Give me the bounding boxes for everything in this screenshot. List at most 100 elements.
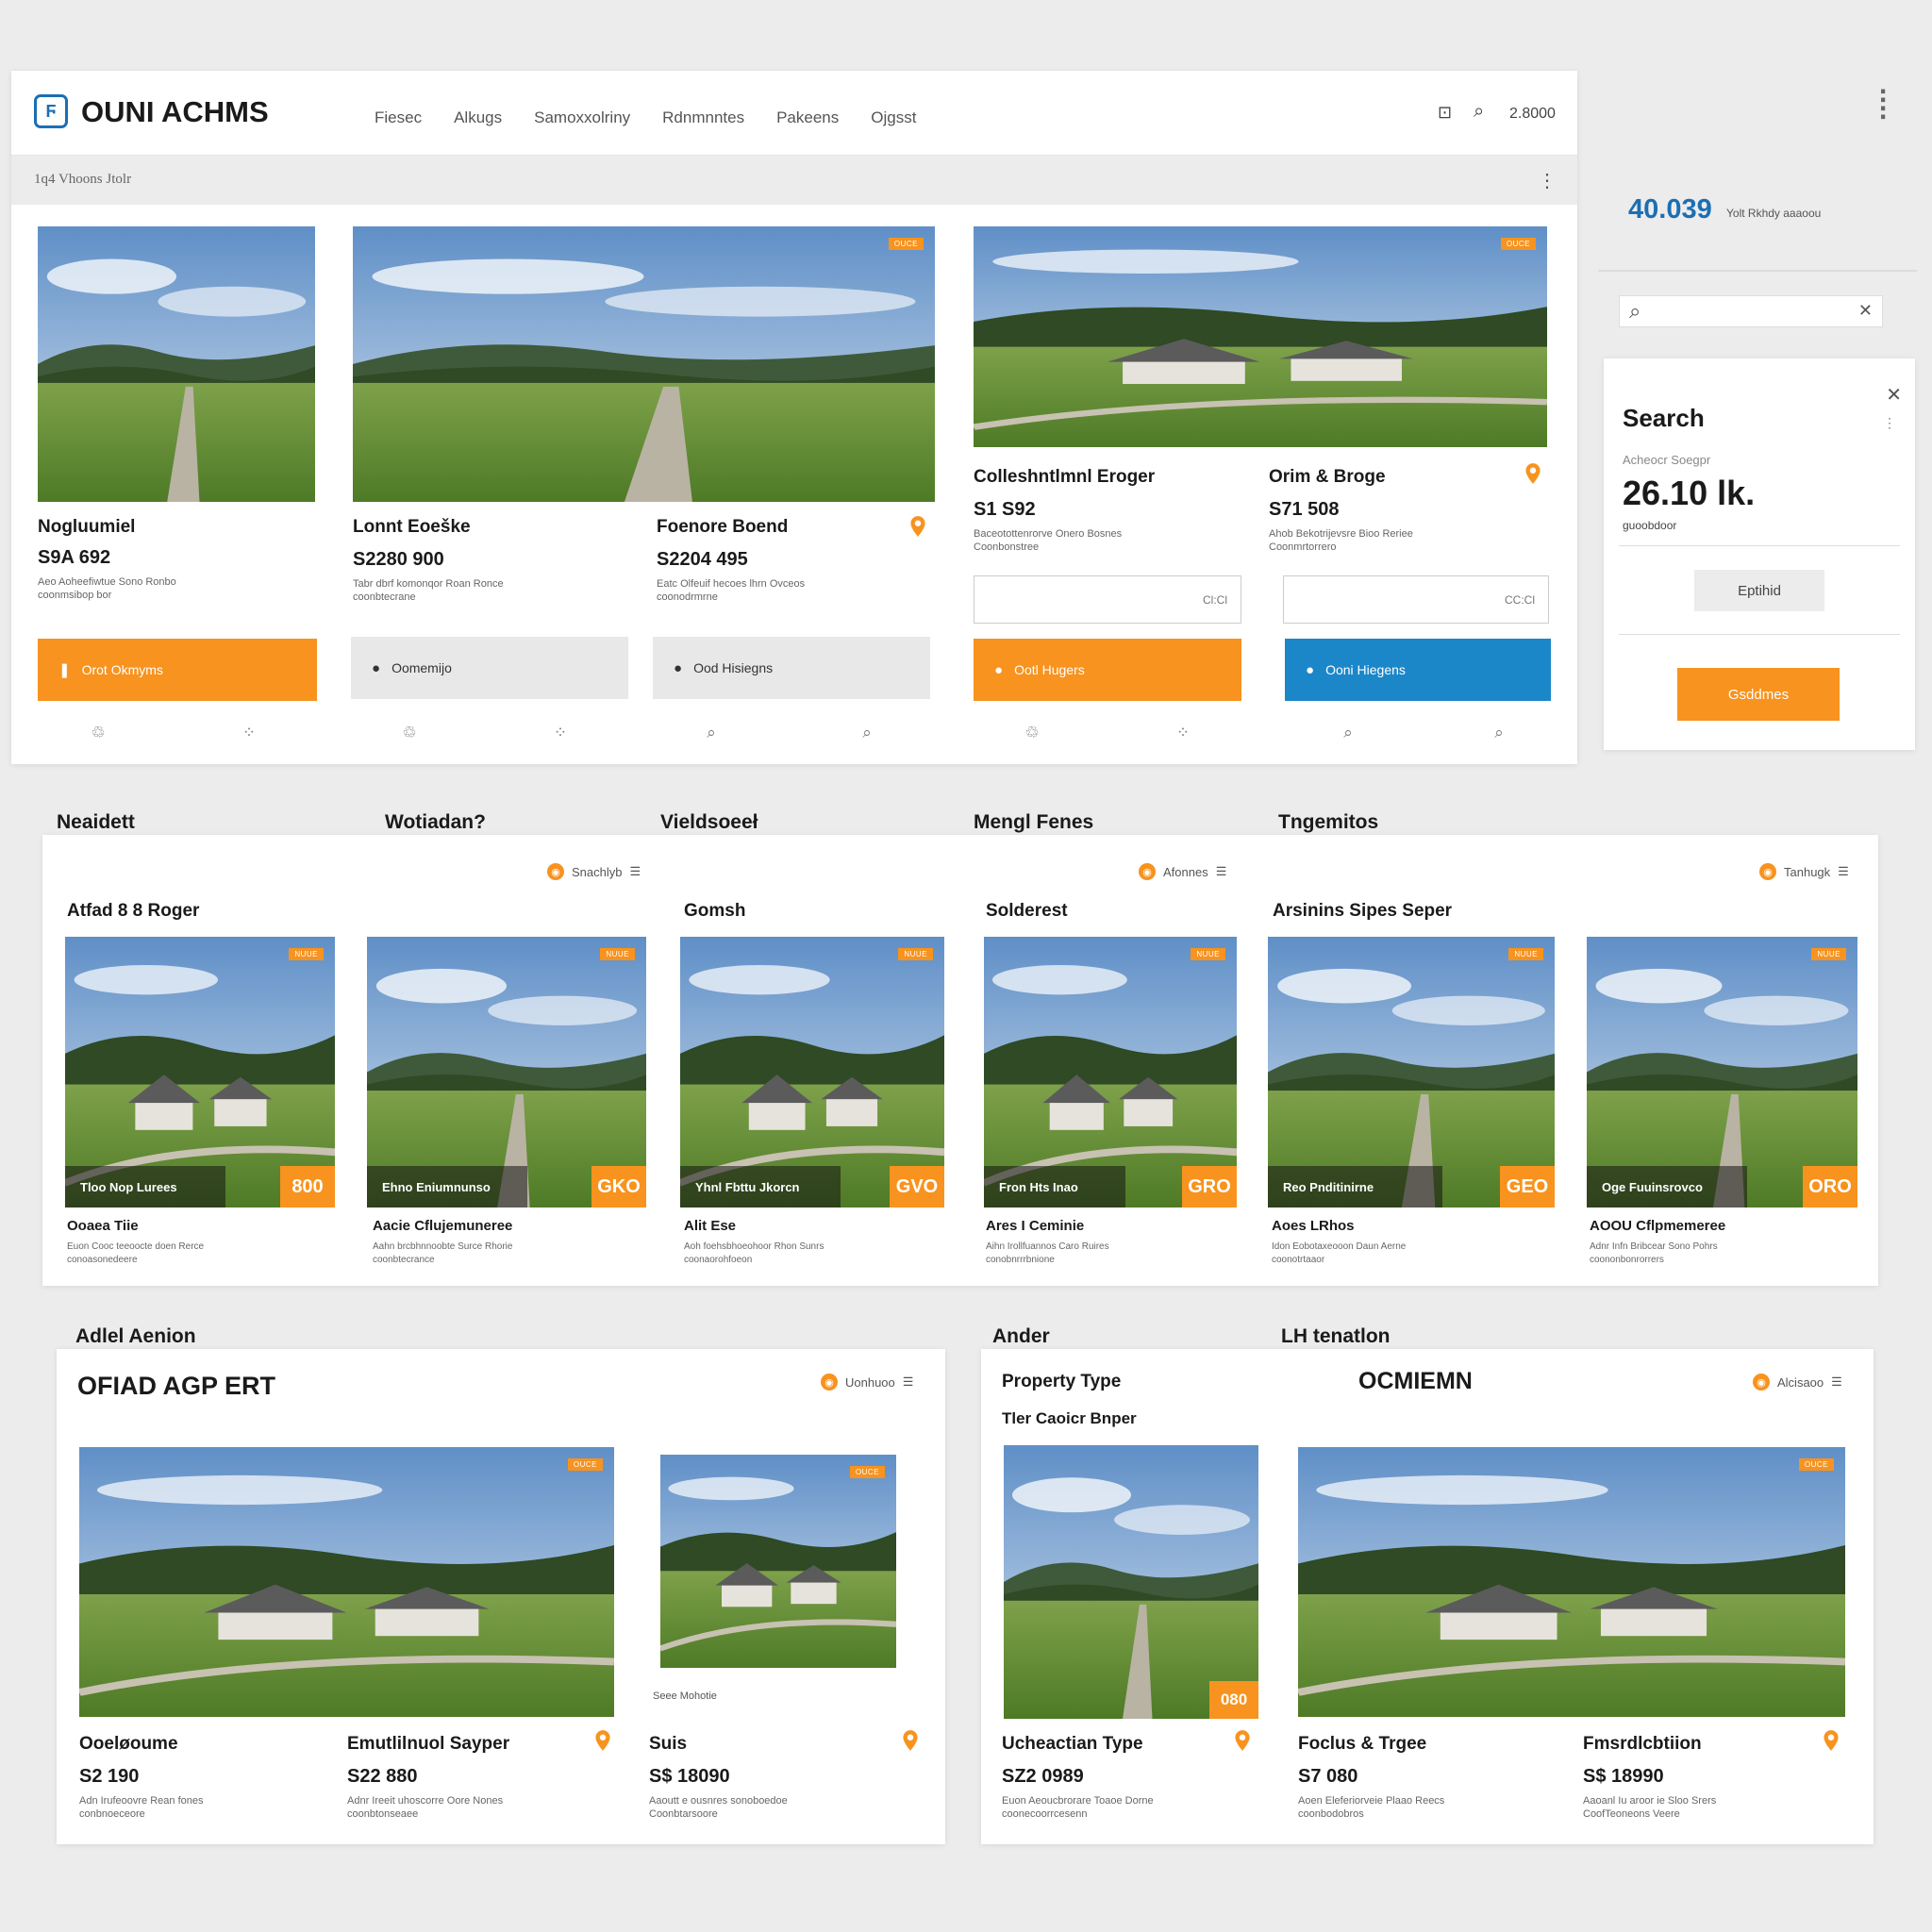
listing-title[interactable]: Ooaea Tiie (67, 1218, 139, 1234)
listing-desc: Adnr Infn Bribcear Sono Pohrs coononbonr… (1590, 1241, 1718, 1265)
listing-title[interactable]: Aacie Cflujemuneree (373, 1218, 512, 1234)
grid-icon[interactable]: ⁘ (1172, 724, 1194, 742)
listing-title[interactable]: Ucheactian Type (1002, 1734, 1143, 1755)
listing-title[interactable]: Foenore Boend (657, 517, 788, 538)
listing-title[interactable]: Aoes LRhos (1272, 1218, 1355, 1234)
more-vert-icon[interactable]: ⋮ (1538, 169, 1557, 192)
listing-title[interactable]: Ooeløoume (79, 1734, 178, 1755)
group-title: Solderest (986, 901, 1068, 921)
close-icon[interactable]: ✕ (1886, 383, 1902, 407)
more-vert-icon[interactable]: ⁞ (1877, 85, 1889, 126)
listing-action-button[interactable]: ● Oomemijo (351, 637, 628, 699)
listing-photo[interactable]: OUCE (1298, 1447, 1845, 1717)
section-title: Vieldsoeeł (660, 811, 758, 833)
listing-desc: Baceotottenrorve Onero Bosnes Coonbonstr… (974, 528, 1123, 553)
search-input[interactable]: ⌕ ✕ (1619, 295, 1883, 327)
filter-chip[interactable]: ◉ Uonhuoo ☰ (821, 1374, 913, 1391)
filter-chip[interactable]: ◉ Snachlyb ☰ (547, 863, 641, 880)
listing-title[interactable]: Fmsrdlcbtiion (1583, 1734, 1702, 1755)
listing-title[interactable]: Colleshntlmnl Eroger (974, 467, 1155, 488)
listing-price: S2204 495 (657, 549, 748, 570)
filter-chip[interactable]: ◉ Afonnes ☰ (1139, 863, 1226, 880)
listing-photo[interactable]: 080 (1004, 1445, 1258, 1719)
listing-photo[interactable] (38, 226, 315, 502)
search-icon[interactable]: ⌕ (856, 724, 878, 742)
location-pin-icon[interactable] (1230, 1728, 1255, 1753)
search-icon[interactable]: ⌕ (700, 724, 723, 742)
listing-photo[interactable]: NUUE Tloo Nop Lurees 800 (65, 937, 335, 1208)
listing-title[interactable]: Ares I Ceminie (986, 1218, 1084, 1234)
close-icon[interactable]: ✕ (1858, 301, 1873, 321)
section-title: Wotiadan? (385, 811, 486, 833)
panel-title: OFIAD AGP ERT (77, 1372, 276, 1400)
primary-cta-button[interactable]: Gsddmes (1677, 668, 1840, 721)
panel-heading: Property Type (1002, 1372, 1122, 1391)
listing-photo[interactable]: NUUE Reo Pnditinirne GEO (1268, 937, 1555, 1208)
location-pin-icon[interactable] (898, 1728, 923, 1753)
filter-chip[interactable]: ◉ Alcisaoo ☰ (1753, 1374, 1842, 1391)
nav-item[interactable]: Ojgsst (871, 108, 916, 127)
panel-title: OCMIEMN (1358, 1368, 1473, 1394)
brand-name[interactable]: OUNI ACHMS (81, 95, 269, 129)
cart-icon[interactable]: ⊡ (1438, 103, 1452, 123)
featured-panel: OFIAD AGP ERT ◉ Uonhuoo ☰ OUCE OUCE Seee M… (57, 1349, 945, 1844)
listing-photo[interactable]: NUUE Yhnl Fbttu Jkorcn GVO (680, 937, 944, 1208)
search-panel: ✕ ⋮ Search Acheocr Soegpr 26.10 lk. guoo… (1604, 358, 1915, 750)
location-pin-icon[interactable] (591, 1728, 615, 1753)
search-icon[interactable]: ⌕ (1488, 724, 1510, 742)
filter-icon: ◉ (1753, 1374, 1770, 1391)
location-pin-icon[interactable] (906, 514, 930, 539)
more-vert-icon[interactable]: ⋮ (1883, 415, 1896, 431)
divider (1598, 270, 1917, 272)
nav-item[interactable]: Samoxxolriny (534, 108, 630, 127)
filter-icon: ◉ (821, 1374, 838, 1391)
logo-icon[interactable]: Ϝ (34, 94, 68, 128)
listing-action-button[interactable]: ● Ootl Hugers (974, 639, 1241, 701)
nav-item[interactable]: Pakeens (776, 108, 839, 127)
filter-icon: ◉ (1139, 863, 1156, 880)
listing-photo[interactable]: OUCE (974, 226, 1547, 447)
grid-icon[interactable]: ⁘ (238, 724, 260, 742)
location-pin-icon[interactable] (1819, 1728, 1843, 1753)
bookmark-icon: ● (1306, 661, 1315, 678)
listing-title[interactable]: Lonnt Eoeške (353, 517, 471, 538)
listing-action-button[interactable]: ● Ooni Hiegens (1285, 639, 1551, 701)
nav-item[interactable]: Fiesec (375, 108, 422, 127)
listing-title[interactable]: Orim & Broge (1269, 467, 1386, 488)
listing-title[interactable]: AOOU Cflpmemeree (1590, 1218, 1725, 1234)
stat-label: Yolt Rkhdy aaaoou (1726, 207, 1822, 220)
listing-photo[interactable]: NUUE Ehno Eniumnunso GKO (367, 937, 646, 1208)
filter-chip[interactable]: ◉ Tanhugk ☰ (1759, 863, 1849, 880)
quantity-input[interactable]: CC:Cl (1283, 575, 1549, 624)
divider (1619, 634, 1900, 635)
grid-icon[interactable]: ⁘ (549, 724, 572, 742)
share-icon[interactable]: ♲ (87, 724, 109, 742)
listing-title[interactable]: Suis (649, 1734, 687, 1755)
search-icon[interactable]: ⌕ (1337, 724, 1359, 742)
listing-title[interactable]: Alit Ese (684, 1218, 736, 1234)
listing-title[interactable]: Nogluumiel (38, 517, 135, 538)
search-icon[interactable]: ⌕ (1474, 101, 1484, 123)
group-title: Atfad 8 8 Roger (67, 901, 200, 921)
sub-bar: 1q4 Vhoons Jtolr ⋮ (11, 156, 1577, 205)
share-icon[interactable]: ♲ (1021, 724, 1043, 742)
listing-price: SZ2 0989 (1002, 1766, 1084, 1787)
listing-price: S9A 692 (38, 547, 111, 568)
filter-button[interactable]: Eptihid (1694, 570, 1824, 611)
share-icon[interactable]: ♲ (398, 724, 421, 742)
listing-action-button[interactable]: ● Ood Hisiegns (653, 637, 930, 699)
listing-photo[interactable]: OUCE (79, 1447, 614, 1717)
listing-photo[interactable]: OUCE (660, 1455, 896, 1668)
nav-item[interactable]: Alkugs (454, 108, 502, 127)
listing-title[interactable]: Emutlilnuol Sayper (347, 1734, 509, 1755)
listing-action-button[interactable]: ❚ Orot Okmyms (38, 639, 317, 701)
listing-photo[interactable]: NUUE Oge Fuuinsrovco ORO (1587, 937, 1857, 1208)
listing-photo[interactable]: NUUE Fron Hts Inao GRO (984, 937, 1237, 1208)
listing-desc: Aoen Eleferiorveie Plaao Reecs coonbodob… (1298, 1795, 1445, 1820)
location-pin-icon[interactable] (1521, 461, 1545, 486)
big-value-sub: guoobdoor (1623, 519, 1677, 532)
listing-title[interactable]: Foclus & Trgee (1298, 1734, 1426, 1755)
nav-item[interactable]: Rdnmnntes (662, 108, 744, 127)
listing-photo[interactable]: OUCE (353, 226, 935, 502)
quantity-input[interactable]: Cl:Cl (974, 575, 1241, 624)
